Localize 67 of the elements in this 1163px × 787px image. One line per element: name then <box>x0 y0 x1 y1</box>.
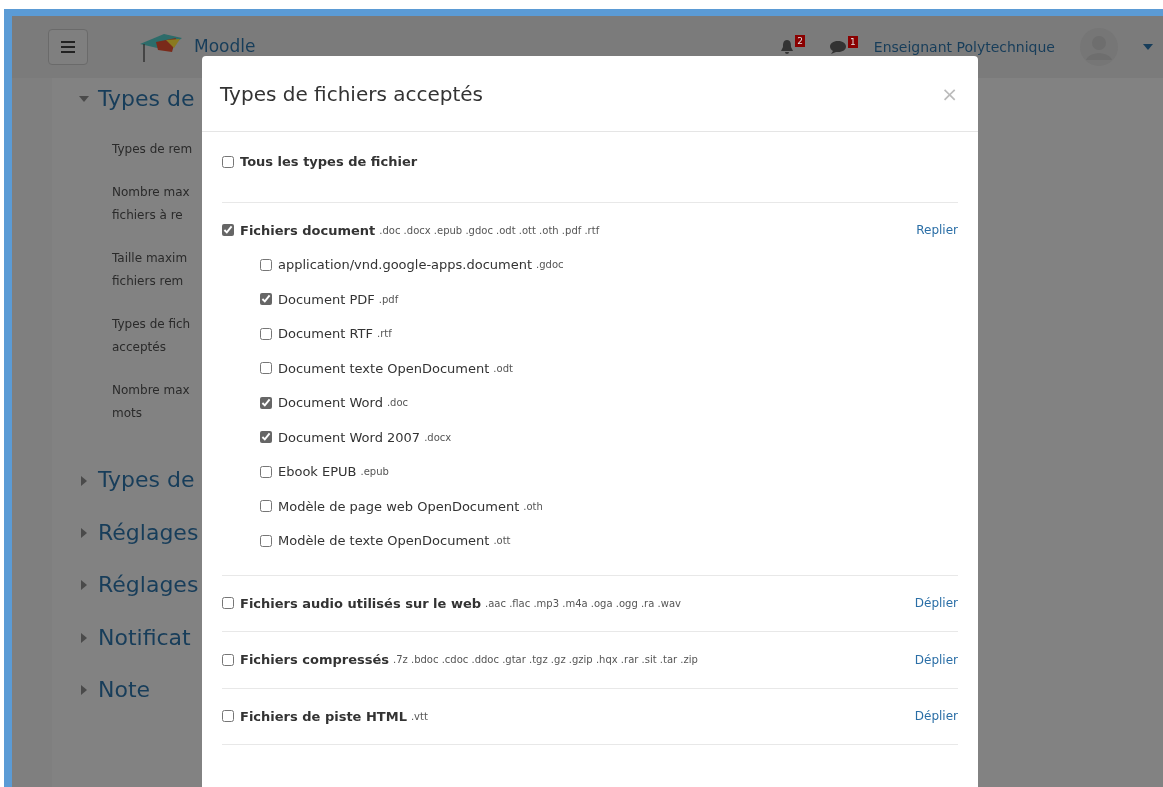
option-label: Document Word 2007 <box>278 428 421 447</box>
group-label: Fichiers document <box>240 221 376 240</box>
section-heading-link[interactable]: Types de <box>98 86 195 113</box>
checkbox[interactable] <box>222 224 234 237</box>
file-extension: .oth <box>523 499 543 514</box>
section-heading-link[interactable]: Note <box>98 676 151 704</box>
option-label: Document texte OpenDocument <box>278 359 490 378</box>
extension-list: .doc .docx .epub .gdoc .odt .ott .oth .pdf .rtf <box>379 222 600 238</box>
toggle-link[interactable]: Déplier <box>914 650 958 669</box>
site-name-link[interactable]: Moodle <box>194 34 256 60</box>
file-extension: .pdf <box>378 292 399 307</box>
section-heading-link[interactable]: Réglages <box>98 519 199 547</box>
option-label: Document RTF <box>278 325 373 343</box>
extension-list: .vtt <box>410 708 428 724</box>
toggle-link[interactable]: Déplier <box>914 594 958 613</box>
file-extension: .gdoc <box>536 258 564 273</box>
notification-count: 2 <box>795 35 806 47</box>
option-label: Tous les types de fichier <box>240 153 418 171</box>
checkbox[interactable] <box>222 597 234 610</box>
field-label: Nombre max fichiers à re <box>112 184 190 225</box>
checkbox[interactable] <box>260 258 272 271</box>
group-label: Fichiers compressés <box>240 651 389 669</box>
checkbox[interactable] <box>260 500 272 513</box>
speech-bubble-icon[interactable] <box>829 39 848 55</box>
checkbox[interactable] <box>260 534 272 547</box>
field-label: Types de rem <box>112 141 193 159</box>
notification-bell-icon[interactable] <box>780 39 795 55</box>
option-label: Modèle de page web OpenDocument <box>278 497 520 516</box>
message-count: 1 <box>848 35 858 48</box>
field-label: Taille maxim fichiers rem <box>112 250 188 291</box>
file-extension: .docx <box>424 430 452 445</box>
file-extension: .odt <box>493 361 513 376</box>
menu-button[interactable] <box>48 29 88 65</box>
caret-icon[interactable] <box>1143 44 1153 50</box>
checkbox[interactable] <box>260 465 272 478</box>
option-label: Document PDF <box>278 290 375 309</box>
checkbox[interactable] <box>260 431 272 444</box>
group-label: Fichiers de piste HTML <box>240 707 407 726</box>
file-extension: .rtf <box>377 327 392 342</box>
user-name-link[interactable]: Enseignant Polytechnique <box>873 36 1055 58</box>
file-extension: .ott <box>493 534 511 549</box>
group-label: Fichiers audio utilisés sur le web <box>240 594 481 613</box>
checkbox[interactable] <box>260 327 272 340</box>
checkbox[interactable] <box>222 653 234 666</box>
section-heading-link[interactable]: Types de <box>98 467 195 494</box>
extension-list: .7z .bdoc .cdoc .ddoc .gtar .tgz .gz .gzip .hqx .rar .sit .tar .zip <box>393 652 698 668</box>
checkbox[interactable] <box>260 396 272 409</box>
file-extension: .epub <box>360 465 389 480</box>
option-label: Modèle de texte OpenDocument <box>278 532 490 550</box>
toggle-link[interactable]: Déplier <box>914 707 958 726</box>
checkbox[interactable] <box>260 293 272 306</box>
option-label: Ebook EPUB <box>278 463 357 481</box>
extension-list: .aac .flac .mp3 .m4a .oga .ogg .ra .wav <box>485 595 681 611</box>
section-heading-link[interactable]: Réglages <box>98 572 199 599</box>
dialog-title: Types de fichiers acceptés <box>220 80 484 108</box>
toggle-link[interactable]: Replier <box>916 221 958 240</box>
field-label: Types de fich acceptés <box>112 316 191 357</box>
section-heading-link[interactable]: Notificat <box>98 624 191 651</box>
close-button[interactable]: × <box>941 78 958 109</box>
checkbox[interactable] <box>260 362 272 375</box>
menu-icon <box>61 41 75 53</box>
option-label: application/vnd.google-apps.document <box>278 256 533 274</box>
checkbox[interactable] <box>222 710 234 723</box>
field-label: Nombre max mots <box>112 382 190 423</box>
checkbox[interactable] <box>222 155 234 168</box>
option-label: Document Word <box>278 394 383 412</box>
file-extension: .doc <box>386 396 409 411</box>
